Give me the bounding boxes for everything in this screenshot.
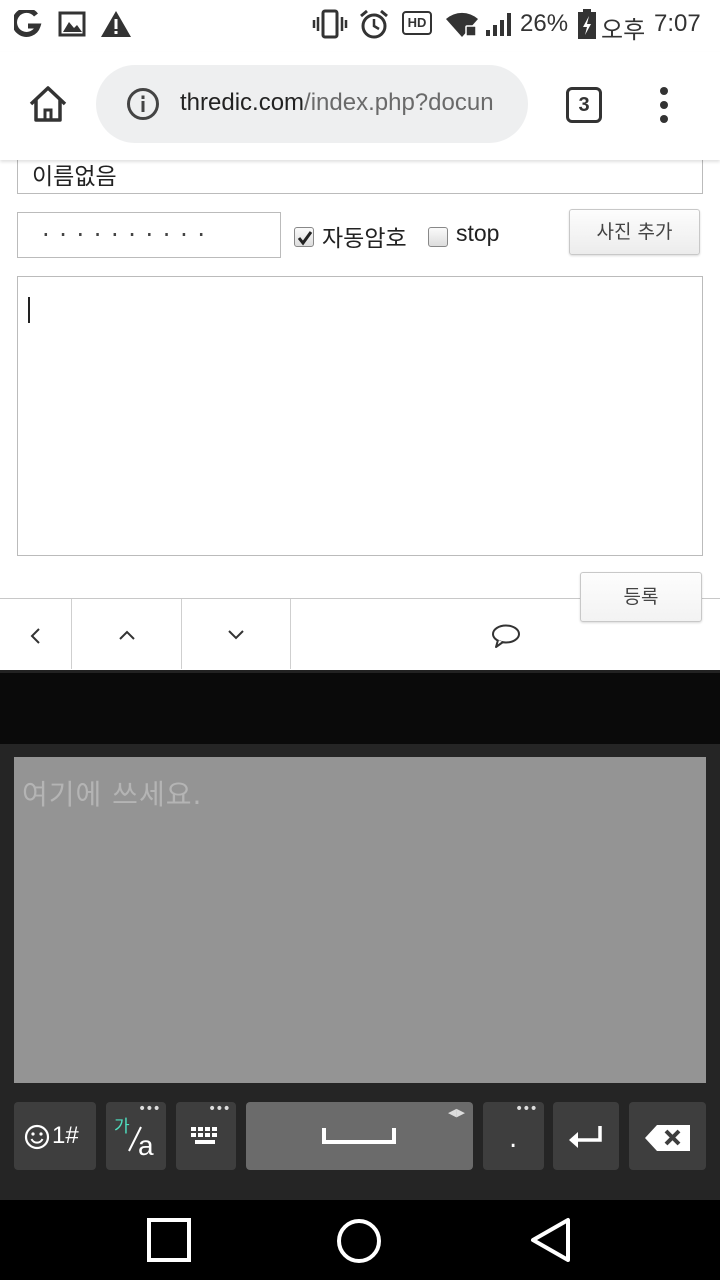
checkmark-icon [297, 231, 313, 246]
nav-up-button[interactable] [72, 599, 182, 669]
back-triangle-icon[interactable] [528, 1216, 574, 1264]
vibrate-icon [312, 9, 348, 39]
comment-icon[interactable] [490, 623, 522, 649]
keyboard-icon [191, 1127, 217, 1144]
period-key[interactable]: ••• . [483, 1102, 544, 1170]
emoji-symbol-key[interactable]: 1# [14, 1102, 96, 1170]
clock-ampm: 오후 [601, 17, 646, 44]
battery-percent: 26% [520, 10, 569, 37]
emoji-key-label: 1# [52, 1122, 79, 1149]
url-text[interactable]: thredic.com/index.php?docun [180, 89, 510, 117]
more-vert-icon[interactable] [654, 86, 674, 126]
home-circle-icon[interactable] [335, 1217, 383, 1265]
backspace-icon [645, 1125, 690, 1151]
enter-icon [569, 1126, 602, 1148]
add-photo-button[interactable]: 사진 추가 [569, 209, 700, 255]
password-input[interactable]: · · · · · · · · · · [17, 212, 281, 258]
stop-label[interactable]: stop [456, 220, 499, 247]
clock-time: 7:07 [654, 10, 701, 37]
g-app-icon [14, 10, 42, 37]
backspace-key[interactable] [629, 1102, 706, 1170]
wifi-icon [446, 12, 478, 37]
info-icon[interactable] [126, 87, 160, 121]
cursor-move-hint: ◀▶ [448, 1106, 465, 1119]
browser-toolbar: thredic.com/index.php?docun 3 [0, 52, 720, 160]
keyboard-suggestion-strip [0, 670, 720, 744]
space-key[interactable]: ◀▶ [246, 1102, 473, 1170]
chevron-left-icon [30, 628, 40, 644]
auto-password-checkbox[interactable] [294, 227, 314, 247]
tab-switcher-button[interactable]: 3 [566, 87, 602, 123]
handwriting-placeholder: 여기에 쓰세요. [22, 778, 203, 811]
battery-icon [578, 9, 596, 39]
url-path: /index.php?docun [304, 89, 494, 116]
text-caret [28, 297, 30, 323]
enter-key[interactable] [553, 1102, 619, 1170]
space-icon [322, 1128, 396, 1144]
nav-prev-button[interactable] [0, 599, 72, 669]
emoji-icon [24, 1124, 50, 1150]
alarm-icon [360, 9, 388, 39]
url-bar[interactable]: thredic.com/index.php?docun [96, 65, 528, 143]
chevron-down-icon [228, 630, 244, 640]
status-bar: HD 26% 오후 7:07 [0, 0, 720, 52]
system-nav-bar [0, 1200, 720, 1280]
period-key-label: . [509, 1124, 518, 1154]
chevron-up-icon [119, 630, 135, 640]
submit-button[interactable]: 등록 [580, 572, 702, 622]
url-domain: thredic.com [180, 89, 305, 116]
handwriting-pad[interactable]: 여기에 쓰세요. [14, 757, 706, 1083]
name-input-value: 이름없음 [32, 164, 117, 190]
recent-apps-icon[interactable] [146, 1217, 192, 1263]
keyboard-mode-key[interactable]: ••• [176, 1102, 236, 1170]
hd-voice-icon: HD [402, 11, 432, 35]
lang-key-en: a [138, 1130, 154, 1161]
language-switch-key[interactable]: ••• 가 a [106, 1102, 166, 1170]
signal-icon [486, 13, 511, 36]
keyboard: 여기에 쓰세요. 1# ••• 가 a ••• ◀▶ ••• . [0, 744, 720, 1200]
password-mask: · · · · · · · · · · [42, 221, 206, 249]
body-textarea[interactable] [17, 276, 703, 556]
nav-down-button[interactable] [182, 599, 291, 669]
warning-icon [101, 11, 131, 37]
stop-checkbox[interactable] [428, 227, 448, 247]
auto-password-label[interactable]: 자동암호 [322, 219, 407, 253]
home-icon[interactable] [27, 84, 69, 124]
gallery-icon [58, 11, 86, 37]
